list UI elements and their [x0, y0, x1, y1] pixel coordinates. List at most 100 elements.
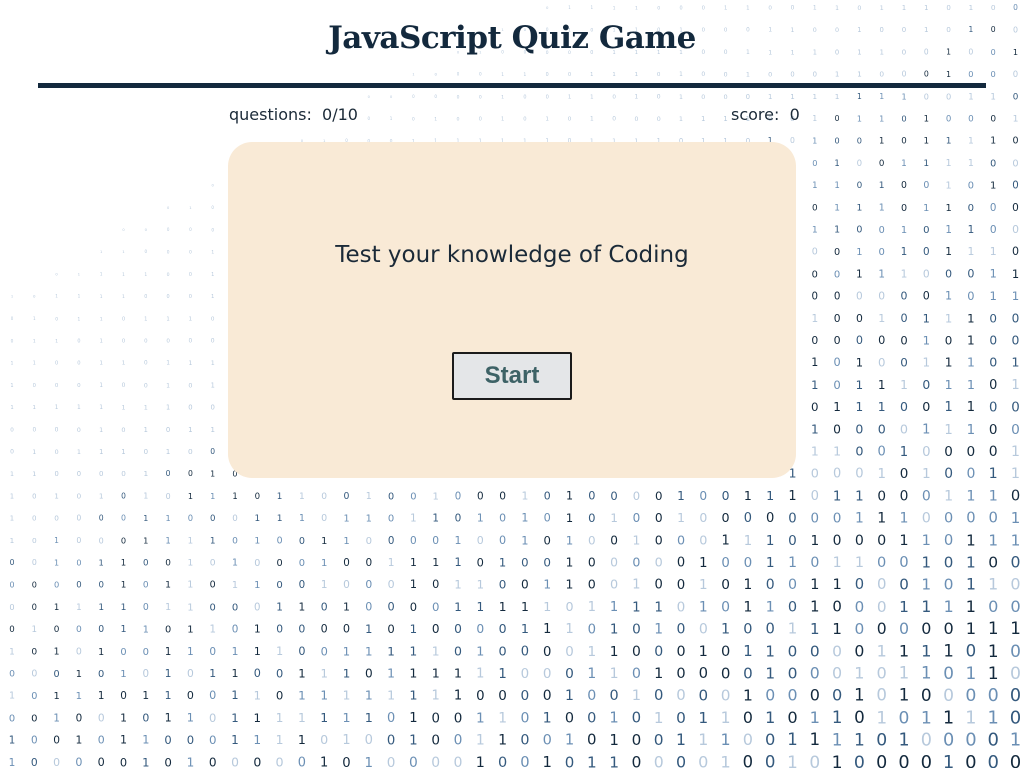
binary-digit: 0	[454, 755, 463, 768]
binary-digit: 0	[856, 225, 862, 236]
binary-digit: 1	[610, 666, 619, 682]
binary-digit: 0	[1010, 686, 1021, 706]
binary-digit: 0	[721, 577, 730, 593]
binary-digit: 1	[854, 731, 865, 751]
binary-digit: 0	[1013, 92, 1019, 102]
binary-digit: 1	[590, 117, 594, 123]
binary-digit: 0	[212, 184, 215, 188]
binary-digit: 0	[454, 710, 463, 726]
binary-digit: 1	[835, 5, 839, 12]
binary-digit: 1	[990, 136, 996, 147]
binary-digit: 1	[899, 533, 908, 549]
start-button[interactable]: Start	[452, 352, 572, 400]
binary-digit: 0	[988, 554, 998, 572]
binary-digit: 0	[921, 619, 931, 638]
binary-digit: 0	[924, 70, 929, 79]
binary-digit: 0	[633, 489, 640, 503]
binary-digit: 0	[53, 756, 60, 768]
binary-digit: 0	[810, 664, 820, 683]
binary-digit: 0	[923, 246, 930, 258]
binary-digit: 1	[188, 536, 194, 546]
binary-digit: 1	[366, 514, 372, 525]
binary-digit: 1	[879, 92, 884, 101]
binary-digit: 0	[54, 470, 58, 478]
binary-digit: 0	[410, 535, 417, 547]
binary-digit: 1	[455, 534, 462, 547]
binary-digit: 1	[53, 691, 59, 702]
binary-digit: 1	[923, 137, 929, 147]
binary-digit: 0	[1013, 3, 1018, 12]
binary-digit: 0	[10, 427, 14, 433]
binary-digit: 0	[721, 556, 729, 571]
binary-digit: 1	[143, 514, 148, 523]
binary-digit: 1	[165, 668, 172, 680]
binary-digit: 1	[543, 599, 551, 614]
binary-digit: 1	[321, 579, 328, 591]
binary-digit: 1	[654, 622, 663, 638]
binary-digit: 0	[454, 622, 462, 636]
binary-digit: 0	[876, 686, 887, 705]
binary-digit: 0	[989, 311, 997, 325]
binary-digit: 1	[921, 708, 932, 728]
binary-digit: 0	[854, 707, 865, 727]
binary-digit: 1	[988, 575, 998, 594]
binary-digit: 1	[1011, 466, 1020, 482]
binary-digit: 0	[143, 647, 149, 658]
binary-digit: 1	[410, 622, 418, 636]
binary-digit: 0	[188, 469, 193, 478]
binary-digit: 0	[788, 577, 797, 593]
binary-digit: 1	[832, 753, 843, 768]
binary-digit: 0	[76, 646, 82, 657]
binary-digit: 0	[857, 181, 863, 191]
binary-digit: 0	[144, 339, 148, 345]
binary-digit: 1	[188, 425, 193, 434]
binary-digit: 0	[499, 578, 507, 592]
binary-digit: 0	[901, 203, 907, 214]
binary-digit: 1	[545, 117, 548, 123]
binary-digit: 0	[702, 6, 705, 12]
binary-digit: 0	[209, 689, 216, 702]
binary-digit: 0	[967, 289, 974, 303]
binary-digit: 1	[454, 556, 461, 569]
binary-digit: 1	[946, 158, 952, 169]
binary-digit: 0	[412, 94, 415, 99]
binary-digit: 0	[988, 597, 998, 616]
binary-digit: 0	[546, 94, 549, 100]
binary-digit: 0	[966, 641, 977, 660]
binary-digit: 1	[166, 447, 171, 456]
binary-digit: 1	[231, 733, 239, 747]
binary-digit: 0	[343, 579, 350, 591]
binary-digit: 1	[365, 644, 373, 658]
binary-digit: 0	[54, 580, 59, 590]
binary-digit: 1	[33, 339, 36, 345]
binary-digit: 0	[857, 5, 861, 12]
binary-digit: 0	[632, 555, 640, 570]
binary-digit: 1	[211, 272, 214, 278]
binary-digit: 0	[365, 557, 372, 569]
binary-digit: 1	[944, 597, 954, 616]
binary-digit: 0	[387, 734, 395, 749]
binary-digit: 0	[943, 731, 954, 751]
binary-digit: 0	[923, 267, 930, 280]
binary-digit: 0	[543, 733, 552, 749]
binary-digit: 0	[98, 669, 104, 680]
binary-digit: 1	[968, 158, 974, 169]
binary-digit: 0	[699, 489, 707, 503]
binary-digit: 0	[634, 116, 638, 123]
binary-digit: 1	[320, 755, 328, 768]
binary-digit: 1	[501, 94, 504, 100]
binary-digit: 1	[813, 92, 818, 101]
binary-digit: 0	[167, 272, 170, 278]
binary-digit: 1	[612, 72, 615, 78]
binary-digit: 0	[498, 688, 507, 704]
binary-digit: 1	[365, 622, 372, 636]
binary-digit: 1	[476, 755, 485, 768]
binary-digit: 1	[543, 578, 551, 592]
binary-digit: 1	[788, 620, 797, 638]
binary-digit: 1	[188, 360, 192, 367]
binary-digit: 1	[856, 269, 862, 280]
binary-digit: 1	[876, 707, 887, 727]
binary-digit: 1	[211, 381, 215, 389]
binary-digit: 0	[232, 602, 238, 613]
binary-digit: 1	[498, 733, 507, 749]
